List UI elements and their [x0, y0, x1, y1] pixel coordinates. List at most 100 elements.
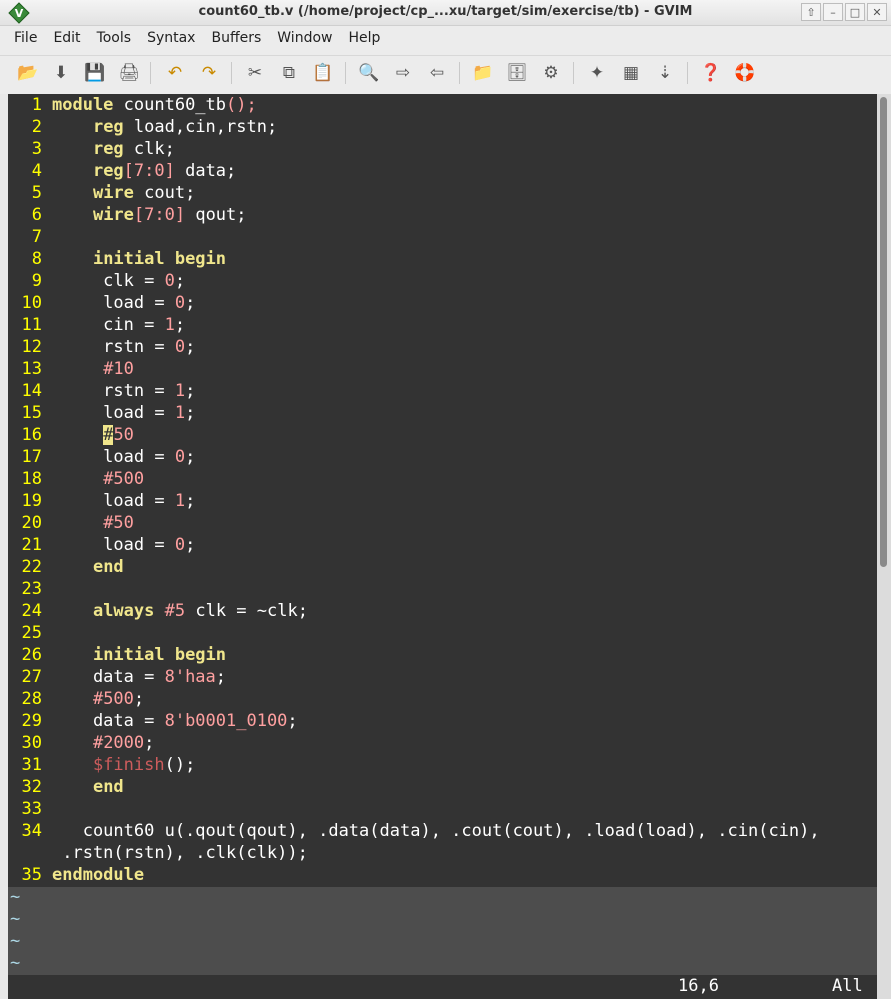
- code-line[interactable]: 33: [8, 798, 52, 820]
- undo-icon[interactable]: ↶: [163, 61, 187, 85]
- code-token: qout;: [185, 205, 247, 225]
- vertical-scrollbar[interactable]: [877, 94, 891, 999]
- code-line[interactable]: 21 load = 0;: [8, 534, 196, 556]
- code-line[interactable]: 4 reg[7:0] data;: [8, 160, 237, 182]
- tags-icon[interactable]: ⇣: [653, 61, 677, 85]
- code-token: 50: [113, 425, 134, 445]
- line-number: 12: [21, 337, 42, 357]
- code-line[interactable]: 10 load = 0;: [8, 292, 196, 314]
- code-token: 8'b0001_0100: [164, 711, 288, 731]
- line-number: 24: [21, 601, 42, 621]
- maximize-button[interactable]: □: [845, 3, 865, 21]
- code-line[interactable]: 9 clk = 0;: [8, 270, 185, 292]
- code-token: ;: [174, 271, 186, 291]
- menu-syntax[interactable]: Syntax: [139, 30, 203, 46]
- code-line[interactable]: 29 data = 8'b0001_0100;: [8, 710, 298, 732]
- toolbar-separator: [150, 62, 151, 84]
- find-next-icon[interactable]: ⇨: [391, 61, 415, 85]
- menu-buffers[interactable]: Buffers: [203, 30, 269, 46]
- code-line[interactable]: 26 initial begin: [8, 644, 227, 666]
- line-number: 23: [21, 579, 42, 599]
- menu-file[interactable]: File: [6, 30, 45, 46]
- toolbar-separator: [345, 62, 346, 84]
- code-token: data =: [52, 667, 165, 687]
- code-line[interactable]: 31 $finish();: [8, 754, 196, 776]
- scrollbar-thumb[interactable]: [880, 97, 887, 567]
- code-line[interactable]: 32 end: [8, 776, 124, 798]
- code-token: #10: [103, 359, 134, 379]
- code-editor[interactable]: 1 module count60_tb(); 2 reg load,cin,rstn…: [8, 94, 877, 887]
- save-icon[interactable]: 💾: [83, 61, 107, 85]
- code-line[interactable]: 6 wire[7:0] qout;: [8, 204, 247, 226]
- minimize-button[interactable]: –: [823, 3, 843, 21]
- menu-edit[interactable]: Edit: [45, 30, 88, 46]
- copy-icon[interactable]: ⧉: [277, 61, 301, 85]
- code-token: [7:0]: [133, 205, 186, 225]
- make-icon[interactable]: ✦: [585, 61, 609, 85]
- code-line[interactable]: 28 #500;: [8, 688, 145, 710]
- code-line[interactable]: 17 load = 0;: [8, 446, 196, 468]
- menu-window[interactable]: Window: [269, 30, 340, 46]
- code-line[interactable]: 22 end: [8, 556, 124, 578]
- close-button[interactable]: ✕: [867, 3, 887, 21]
- code-line[interactable]: .rstn(rstn), .clk(clk));: [8, 842, 308, 864]
- open-icon[interactable]: 📂: [16, 61, 40, 85]
- line-number: 32: [21, 777, 42, 797]
- print-icon[interactable]: 🖨: [117, 61, 141, 85]
- cut-icon[interactable]: ✂: [243, 61, 267, 85]
- code-line[interactable]: 30 #2000;: [8, 732, 155, 754]
- code-line[interactable]: 14 rstn = 1;: [8, 380, 196, 402]
- status-line: 16,6 All: [8, 975, 877, 999]
- code-token: reg: [92, 139, 124, 159]
- code-line[interactable]: 15 load = 1;: [8, 402, 196, 424]
- code-line[interactable]: 18 #500: [8, 468, 145, 490]
- help-icon[interactable]: ❓: [699, 61, 723, 85]
- code-line[interactable]: 3 reg clk;: [8, 138, 175, 160]
- load-session-icon[interactable]: 📁: [471, 61, 495, 85]
- run-script-icon[interactable]: ⚙: [539, 61, 563, 85]
- redo-icon[interactable]: ↷: [197, 61, 221, 85]
- code-line[interactable]: 11 cin = 1;: [8, 314, 186, 336]
- line-number: 9: [31, 271, 42, 291]
- find-replace-icon[interactable]: 🔍: [357, 61, 381, 85]
- code-line[interactable]: 25: [8, 622, 52, 644]
- code-token: 0: [174, 293, 186, 313]
- shell-icon[interactable]: ▦: [619, 61, 643, 85]
- code-line[interactable]: 7: [8, 226, 52, 248]
- code-token: $finish: [92, 755, 165, 775]
- save-session-icon[interactable]: 🗄: [505, 61, 529, 85]
- code-token: #500: [92, 689, 134, 709]
- code-token: 1: [174, 381, 186, 401]
- menu-tools[interactable]: Tools: [89, 30, 140, 46]
- code-line[interactable]: 19 load = 1;: [8, 490, 196, 512]
- code-line[interactable]: 2 reg load,cin,rstn;: [8, 116, 277, 138]
- code-line[interactable]: 5 wire cout;: [8, 182, 196, 204]
- code-line[interactable]: 23: [8, 578, 52, 600]
- find-prev-icon[interactable]: ⇦: [425, 61, 449, 85]
- text-cursor: #: [103, 425, 114, 445]
- code-line[interactable]: 8 initial begin: [8, 248, 226, 270]
- code-line[interactable]: 1 module count60_tb();: [8, 94, 257, 116]
- code-line[interactable]: 34 count60 u(.qout(qout), .data(data), .…: [8, 820, 820, 842]
- title-bar[interactable]: V count60_tb.v (/home/project/cp_...xu/t…: [0, 0, 891, 26]
- paste-icon[interactable]: 📋: [311, 61, 335, 85]
- lifebuoy-icon[interactable]: 🛟: [733, 61, 757, 85]
- code-token: initial begin: [92, 645, 227, 665]
- code-line[interactable]: 16 #50: [8, 424, 134, 446]
- line-number: 21: [21, 535, 42, 555]
- menu-help[interactable]: Help: [340, 30, 388, 46]
- code-line[interactable]: 27 data = 8'haa;: [8, 666, 227, 688]
- shade-button[interactable]: ⇧: [801, 3, 821, 21]
- code-line[interactable]: 12 rstn = 0;: [8, 336, 196, 358]
- code-line[interactable]: 35 endmodule: [8, 864, 145, 886]
- save-download-icon[interactable]: ⬇: [49, 61, 73, 85]
- code-token: [7:0]: [123, 161, 175, 181]
- code-line[interactable]: 24 always #5 clk = ~clk;: [8, 600, 308, 622]
- code-line[interactable]: 13 #10: [8, 358, 134, 380]
- code-line[interactable]: 20 #50: [8, 512, 134, 534]
- code-token: ;: [174, 315, 186, 335]
